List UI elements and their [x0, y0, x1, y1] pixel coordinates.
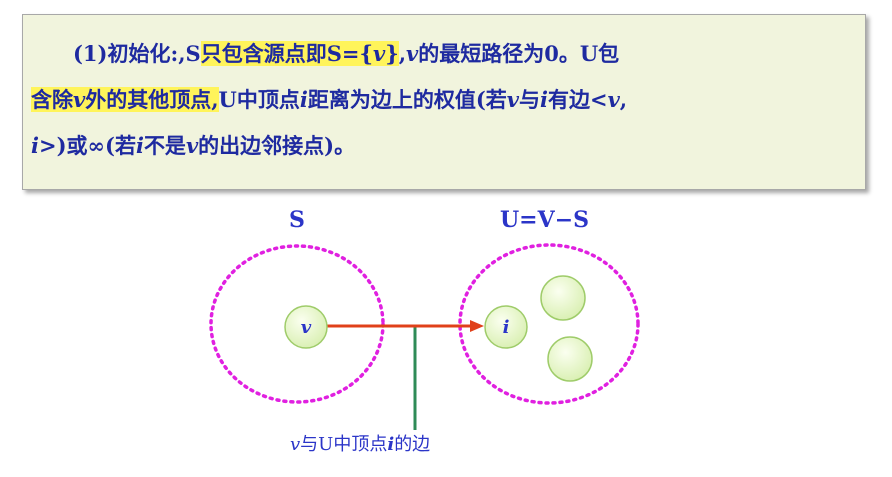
node-u-1 — [540, 275, 586, 321]
edge-caption: v与U中顶点i的边 — [290, 430, 540, 456]
node-i-label: i — [503, 317, 510, 338]
node-u-2 — [547, 336, 593, 382]
text-fragment: 与U中顶点 — [300, 434, 388, 455]
node-v-label: v — [301, 317, 312, 338]
text-fragment: 的边 — [394, 434, 431, 455]
arrowhead — [470, 320, 484, 332]
var-v: v — [290, 434, 301, 455]
shortest-path-diagram: v i — [209, 243, 640, 430]
